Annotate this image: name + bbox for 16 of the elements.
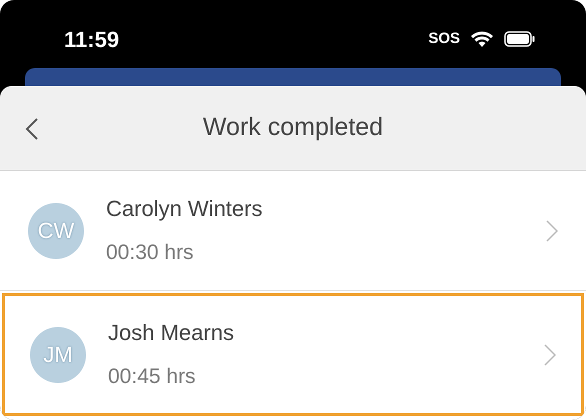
worker-row[interactable]: JM Josh Mearns 00:45 hrs	[2, 293, 584, 416]
status-time: 11:59	[64, 26, 120, 54]
chevron-left-icon	[25, 117, 39, 141]
work-duration: 00:30 hrs	[106, 240, 195, 266]
header-title: Work completed	[202, 112, 384, 144]
chevron-right-icon	[544, 344, 556, 366]
wifi-icon	[470, 30, 494, 48]
avatar: CW	[28, 202, 84, 258]
avatar: JM	[30, 326, 86, 382]
worker-row[interactable]: CW Carolyn Winters 00:30 hrs	[0, 171, 586, 291]
sos-label: SOS	[428, 28, 460, 49]
chevron-right-icon	[546, 220, 558, 242]
work-duration: 00:45 hrs	[108, 364, 197, 390]
battery-icon	[504, 31, 536, 47]
worker-name: Carolyn Winters	[106, 195, 264, 224]
worker-name: Josh Mearns	[108, 319, 235, 348]
